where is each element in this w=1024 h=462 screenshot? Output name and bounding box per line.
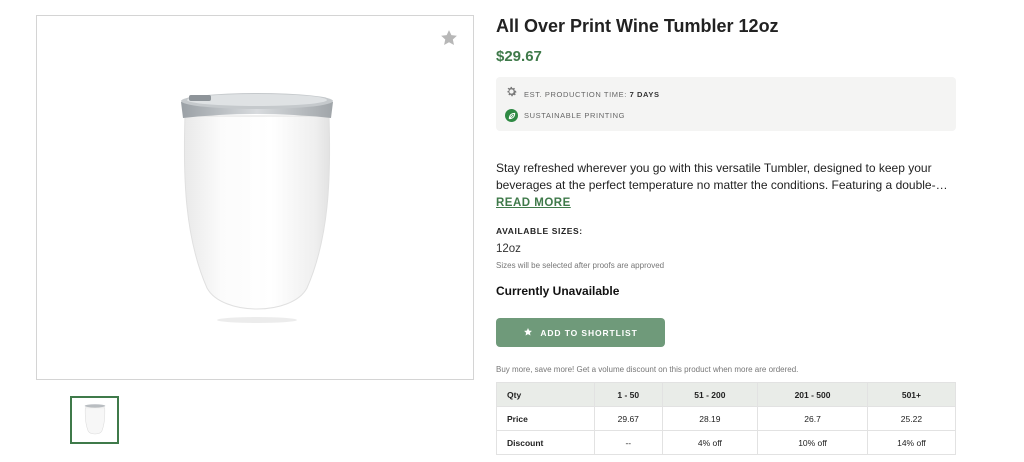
table-cell: 28.19	[661, 406, 759, 431]
table-cell: 14% off	[866, 430, 957, 455]
production-time-row: EST. PRODUCTION TIME: 7 DAYS	[505, 85, 660, 103]
table-cell: 26.7	[757, 406, 868, 431]
product-description: Stay refreshed wherever you go with this…	[496, 160, 958, 194]
table-cell: 29.67	[594, 406, 663, 431]
table-cell: 10% off	[757, 430, 868, 455]
read-more-link[interactable]: READ MORE	[496, 197, 571, 209]
availability-status: Currently Unavailable	[496, 284, 620, 298]
star-icon	[523, 327, 533, 339]
table-row-label: Discount	[496, 430, 595, 455]
table-cell: 51 - 200	[661, 382, 759, 407]
leaf-icon	[505, 109, 518, 122]
production-time-value: 7 DAYS	[629, 89, 660, 99]
table-row-label: Price	[496, 406, 595, 431]
table-row-discount: Discount -- 4% off 10% off 14% off	[496, 430, 957, 455]
table-cell: 25.22	[866, 406, 957, 431]
table-cell: 501+	[866, 382, 957, 407]
description-line-1: Stay refreshed wherever you go with this…	[496, 161, 932, 175]
table-row-qty: Qty 1 - 50 51 - 200 201 - 500 501+	[496, 382, 957, 407]
product-title: All Over Print Wine Tumbler 12oz	[496, 16, 779, 36]
table-cell: 4% off	[661, 430, 759, 455]
volume-pricing-table: Qty 1 - 50 51 - 200 201 - 500 501+ Price…	[496, 382, 957, 455]
main-product-image[interactable]	[36, 15, 474, 380]
size-note: Sizes will be selected after proofs are …	[496, 261, 665, 270]
add-to-shortlist-label: ADD TO SHORTLIST	[540, 327, 638, 338]
thumbnail-1[interactable]	[70, 396, 119, 444]
tumbler-image	[181, 93, 333, 323]
product-price: $29.67	[496, 48, 542, 65]
add-to-shortlist-button[interactable]: ADD TO SHORTLIST	[496, 318, 665, 347]
sustainable-label: SUSTAINABLE PRINTING	[524, 111, 626, 120]
description-line-2: beverages at the perfect temperature no …	[496, 178, 948, 192]
production-time-label: EST. PRODUCTION TIME:	[524, 89, 627, 99]
table-row-price: Price 29.67 28.19 26.7 25.22	[496, 406, 957, 431]
product-meta-box: EST. PRODUCTION TIME: 7 DAYS SUSTAINABLE…	[496, 77, 956, 131]
size-option: 12oz	[496, 243, 521, 255]
table-cell: 201 - 500	[757, 382, 868, 407]
table-row-label: Qty	[496, 382, 595, 407]
table-cell: --	[594, 430, 663, 455]
table-cell: 1 - 50	[594, 382, 663, 407]
favorite-star-icon[interactable]	[439, 28, 459, 48]
thumbnail-tumbler-image	[84, 404, 105, 435]
production-time-text: EST. PRODUCTION TIME: 7 DAYS	[524, 90, 660, 99]
gear-icon	[505, 85, 518, 103]
sustainable-row: SUSTAINABLE PRINTING	[505, 109, 625, 122]
available-sizes-label: AVAILABLE SIZES:	[496, 226, 583, 236]
volume-discount-note: Buy more, save more! Get a volume discou…	[496, 365, 799, 374]
